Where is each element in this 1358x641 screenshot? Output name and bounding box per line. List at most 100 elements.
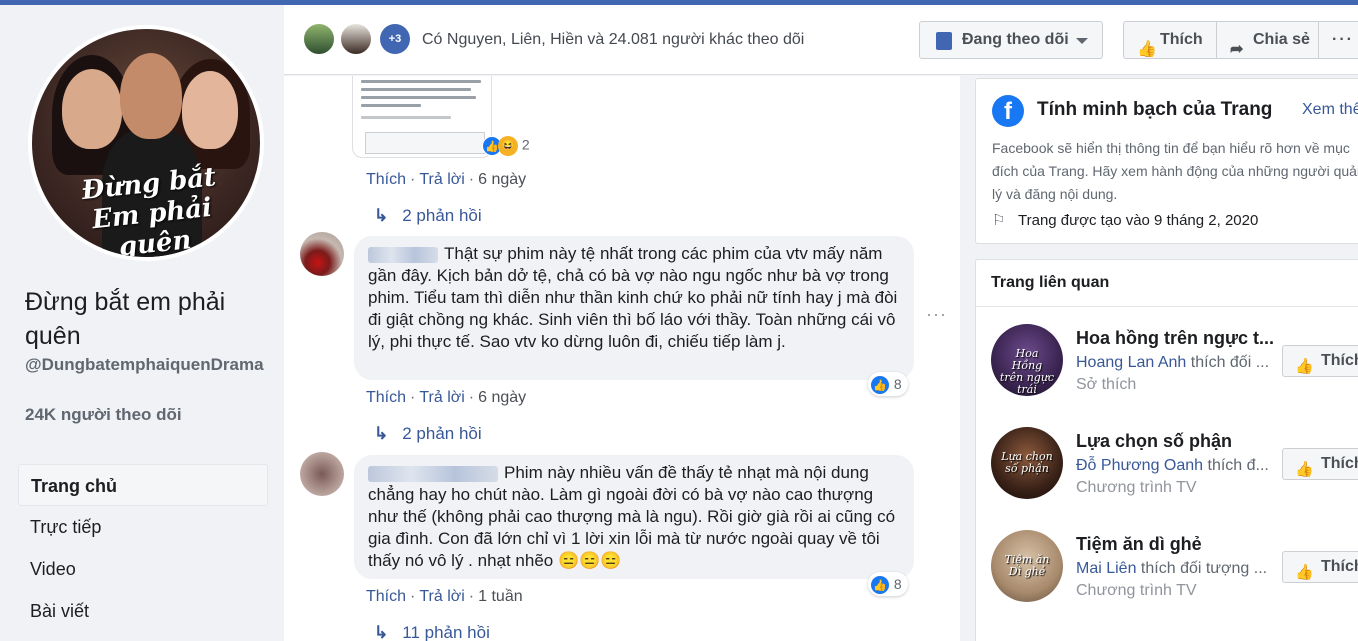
related-page-name[interactable]: Lựa chọn số phận — [1076, 431, 1232, 452]
share-arrow-icon: ➦ — [1230, 41, 1244, 58]
nav-item-home[interactable]: Trang chủ — [18, 464, 268, 506]
page-created-text: Trang được tạo vào 9 tháng 2, 2020 — [1018, 212, 1259, 229]
like-reaction-icon: 👍 — [870, 575, 890, 596]
transparency-description: Facebook sẽ hiển thị thông tin để bạn hi… — [992, 140, 1358, 202]
comment-time[interactable]: 6 ngày — [478, 389, 526, 406]
like-related-page-button[interactable]: 👍 Thích — [1282, 551, 1358, 583]
comment-time[interactable]: 1 tuần — [478, 588, 522, 605]
replies-count: 11 phản hồi — [402, 623, 490, 641]
follower-avatar[interactable] — [339, 22, 373, 56]
comment-options-icon[interactable]: ··· — [926, 304, 947, 325]
comment-reply-link[interactable]: Trả lời — [419, 171, 464, 188]
related-page-category: Chương trình TV — [1076, 479, 1197, 496]
share-button-label: Chia sẻ — [1253, 31, 1310, 48]
like-button-label: Thích — [1321, 558, 1358, 575]
replies-count: 2 phản hồi — [402, 206, 482, 225]
followers-summary[interactable]: Có Nguyen, Liên, Hiền và 24.081 người kh… — [422, 31, 804, 49]
reaction-count: 2 — [521, 136, 530, 153]
comment-actions: Thích · Trả lời · 6 ngày — [366, 389, 527, 406]
page-handle[interactable]: @DungbatemphaiquenDrama — [25, 355, 275, 375]
related-page-social-context: Mai Liên thích đối tượng ... — [1076, 560, 1268, 577]
related-page-item: Hoa Hồng trên ngực trái Hoa hồng trên ng… — [991, 324, 1358, 404]
follower-avatar[interactable] — [302, 22, 336, 56]
reaction-summary[interactable]: 👍 😆 2 — [482, 136, 530, 158]
page-sidebar: Đừng bắt Em phải quên Đừng bắt em phải q… — [0, 5, 284, 641]
related-pages-card: Trang liên quan Hoa Hồng trên ngực trái … — [975, 259, 1358, 641]
transparency-title: Tính minh bạch của Trang — [1037, 99, 1273, 120]
friend-name-link[interactable]: Mai Liên — [1076, 560, 1136, 577]
clipboard-check-icon — [936, 32, 952, 50]
commenter-avatar[interactable] — [300, 452, 344, 496]
comment-reply-link[interactable]: Trả lời — [419, 389, 464, 406]
thumbs-up-icon: 👍 — [1295, 461, 1314, 478]
share-button[interactable]: ➦ Chia sẻ — [1216, 21, 1319, 59]
like-reaction-icon: 👍 — [870, 375, 890, 396]
reply-arrow-icon: ↳ — [374, 623, 389, 641]
nav-item-video[interactable]: Video — [18, 548, 268, 590]
like-related-page-button[interactable]: 👍 Thích — [1282, 345, 1358, 377]
page-avatar[interactable]: Đừng bắt Em phải quên — [28, 25, 264, 261]
related-page-thumbnail[interactable]: Tiệm ăn Dì ghẻ — [991, 530, 1063, 602]
related-page-name[interactable]: Tiệm ăn dì ghẻ — [1076, 534, 1202, 555]
nav-item-live[interactable]: Trực tiếp — [18, 506, 268, 548]
reply-arrow-icon: ↳ — [374, 206, 389, 225]
comment-time[interactable]: 6 ngày — [478, 171, 526, 188]
divider — [976, 306, 1358, 307]
avatar-logo-text: Đừng bắt Em phải quên — [80, 162, 218, 261]
see-all-link[interactable]: Xem thêm — [1302, 101, 1358, 119]
facebook-logo-icon: f — [992, 95, 1024, 127]
replies-count: 2 phản hồi — [402, 424, 482, 443]
related-page-category: Chương trình TV — [1076, 582, 1197, 599]
thumbs-up-icon: 👍 — [1295, 358, 1314, 375]
related-page-thumbnail[interactable]: Lựa chọn số phận — [991, 427, 1063, 499]
like-button-label: Thích — [1321, 352, 1358, 369]
related-page-item: Lựa chọn số phận Lựa chọn số phận Đỗ Phư… — [991, 427, 1358, 507]
comment-actions: Thích · Trả lời · 1 tuần — [366, 588, 523, 605]
page-nav: Trang chủ Trực tiếp Video Bài viết — [18, 464, 268, 632]
like-button-label: Thích — [1321, 455, 1358, 472]
comment-like-link[interactable]: Thích — [366, 171, 406, 188]
thumbnail-title: Tiệm ăn Dì ghẻ — [1004, 553, 1050, 578]
comment-reply-link[interactable]: Trả lời — [419, 588, 464, 605]
commenter-name-blurred[interactable] — [368, 246, 438, 263]
page-followers: 24K người theo dõi — [25, 405, 182, 424]
more-options-button[interactable]: ··· — [1318, 21, 1358, 59]
caret-down-icon — [1076, 38, 1088, 44]
comment-text: Thật sự phim này tệ nhất trong các phim … — [368, 244, 898, 351]
reaction-summary[interactable]: 👍 8 — [868, 572, 908, 596]
reaction-count: 8 — [893, 576, 902, 592]
commenter-name-blurred[interactable] — [368, 465, 498, 482]
reaction-summary[interactable]: 👍 8 — [868, 372, 908, 396]
view-replies-link[interactable]: ↳ 11 phản hồi — [374, 623, 490, 641]
related-page-social-context: Hoang Lan Anh thích đối ... — [1076, 354, 1270, 371]
more-followers-badge[interactable]: +3 — [380, 24, 410, 54]
related-page-social-context: Đỗ Phương Oanh thích đ... — [1076, 457, 1269, 474]
comment-image-attachment[interactable] — [352, 76, 492, 158]
page-transparency-card: f Tính minh bạch của Trang Xem thêm Face… — [975, 78, 1358, 244]
comment-actions: Thích · Trả lời · 6 ngày — [366, 171, 527, 188]
thumbnail-title: Lựa chọn số phận — [1001, 450, 1053, 475]
comment-like-link[interactable]: Thích — [366, 389, 406, 406]
like-button-label: Thích — [1160, 31, 1203, 48]
page-created-info: ⚐ Trang được tạo vào 9 tháng 2, 2020 — [992, 211, 1258, 229]
thumbs-up-icon: 👍 — [1295, 564, 1314, 581]
comment-like-link[interactable]: Thích — [366, 588, 406, 605]
like-page-button[interactable]: 👍 Thích — [1123, 21, 1217, 59]
haha-reaction-icon: 😆 — [498, 136, 518, 156]
nav-item-posts[interactable]: Bài viết — [18, 590, 268, 632]
reaction-count: 8 — [893, 376, 902, 392]
friend-name-link[interactable]: Hoang Lan Anh — [1076, 354, 1186, 371]
view-replies-link[interactable]: ↳ 2 phản hồi — [374, 424, 482, 444]
commenter-avatar[interactable] — [300, 232, 344, 276]
related-page-thumbnail[interactable]: Hoa Hồng trên ngực trái — [991, 324, 1063, 396]
comment-bubble: Phim này nhiều vấn đề thấy tẻ nhạt mà nộ… — [354, 455, 914, 579]
related-page-item: Tiệm ăn Dì ghẻ Tiệm ăn dì ghẻ Mai Liên t… — [991, 530, 1358, 610]
following-button[interactable]: Đang theo dõi — [919, 21, 1103, 59]
related-page-name[interactable]: Hoa hồng trên ngực t... — [1076, 328, 1274, 349]
related-pages-title: Trang liên quan — [991, 274, 1110, 291]
right-column: f Tính minh bạch của Trang Xem thêm Face… — [960, 76, 1358, 641]
friend-name-link[interactable]: Đỗ Phương Oanh — [1076, 457, 1203, 474]
reply-arrow-icon: ↳ — [374, 424, 389, 443]
like-related-page-button[interactable]: 👍 Thích — [1282, 448, 1358, 480]
view-replies-link[interactable]: ↳ 2 phản hồi — [374, 206, 482, 226]
